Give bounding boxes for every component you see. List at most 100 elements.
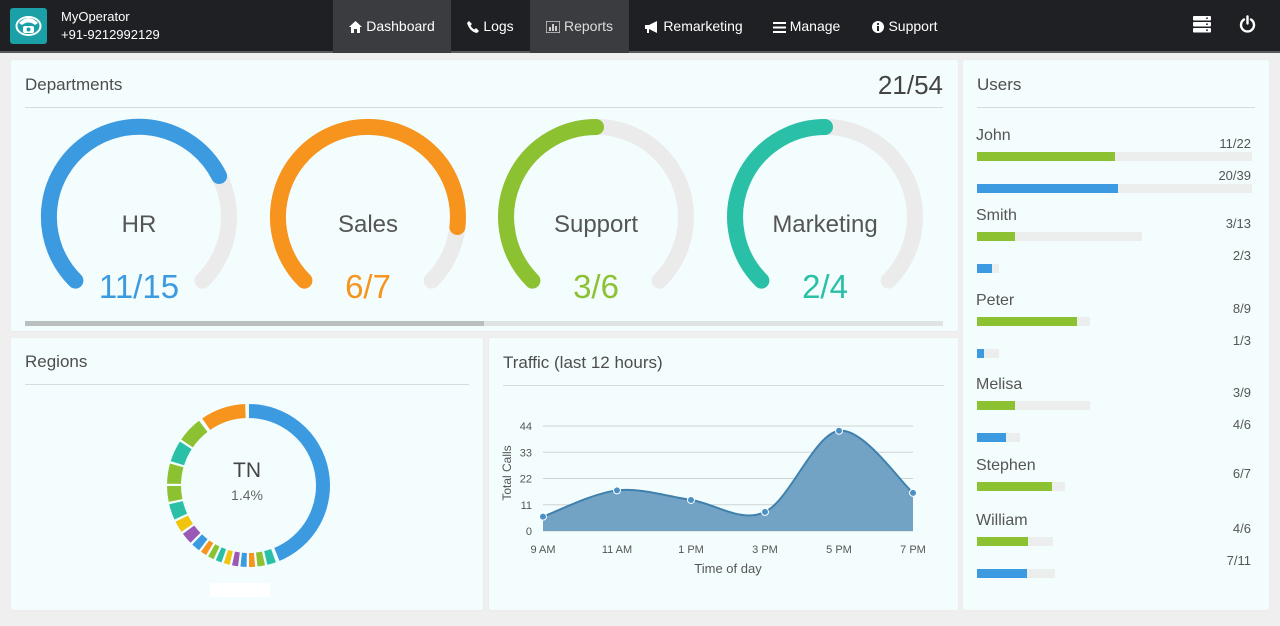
user-john-bar-fill: [977, 152, 1115, 161]
user-john-value: 20/39: [1191, 168, 1251, 183]
user-william-bar-fill: [977, 537, 1028, 546]
user-william-value: 4/6: [1191, 521, 1251, 536]
donut-segment[interactable]: [249, 552, 256, 567]
user-melisa-name[interactable]: Melisa: [976, 376, 1022, 394]
brand-phone: +91-9212992129: [61, 27, 160, 42]
user-john-bar: [977, 184, 1252, 193]
regions-divider: [25, 384, 469, 385]
y-tick-label: 22: [520, 474, 532, 486]
donut-segment[interactable]: [201, 404, 246, 431]
user-melisa-value: 4/6: [1191, 417, 1251, 432]
user-melisa-bar-fill: [977, 433, 1006, 442]
user-peter-name[interactable]: Peter: [976, 292, 1014, 310]
user-melisa-bar: [977, 401, 1090, 410]
traffic-area-chart[interactable]: 0112233449 AM11 AM1 PM3 PM5 PM7 PMTime o…: [489, 338, 958, 610]
user-smith-bar-fill: [977, 232, 1015, 241]
user-smith-value: 3/13: [1191, 216, 1251, 231]
user-smith-name[interactable]: Smith: [976, 207, 1017, 225]
y-tick-label: 33: [520, 447, 532, 459]
traffic-point: [910, 489, 917, 496]
user-stephen-bar-fill: [977, 482, 1052, 491]
x-axis-label: Time of day: [694, 561, 762, 576]
gauge-hr-value: 11/15: [39, 268, 239, 306]
nav-reports[interactable]: Reports: [530, 0, 629, 53]
nav-support-label: Support: [888, 18, 937, 34]
gauge-fill: [735, 127, 825, 281]
gauge-hr-arc: [39, 115, 239, 290]
user-peter-value: 1/3: [1191, 333, 1251, 348]
home-icon: [349, 21, 362, 33]
traffic-panel: Traffic (last 12 hours) 0112233449 AM11 …: [489, 338, 958, 610]
traffic-point: [540, 513, 547, 520]
donut-tooltip-placeholder: [210, 583, 270, 597]
nav-dashboard-label: Dashboard: [366, 18, 435, 34]
gauge-sales-value: 6/7: [268, 268, 468, 306]
info-icon: [872, 21, 884, 33]
departments-title: Departments: [25, 75, 122, 95]
nav-manage[interactable]: Manage: [763, 0, 850, 53]
users-divider: [977, 107, 1255, 108]
user-smith-bar: [977, 264, 999, 273]
gauge-sales-label: Sales: [268, 211, 468, 239]
y-axis-label: Total Calls: [500, 445, 514, 500]
x-tick-label: 11 AM: [602, 544, 632, 556]
regions-title: Regions: [25, 352, 87, 372]
gauge-marketing-value: 2/4: [725, 268, 925, 306]
gauge-sales[interactable]: Sales 6/7: [268, 115, 468, 315]
user-smith-bar: [977, 232, 1142, 241]
departments-total: 21/54: [878, 70, 943, 101]
nav-remarketing[interactable]: Remarketing: [636, 0, 752, 53]
brand-name: MyOperator: [61, 9, 130, 24]
nav-reports-label: Reports: [564, 18, 613, 34]
users-panel: Users John11/2220/39Smith3/132/3Peter8/9…: [963, 60, 1269, 610]
gauge-fill: [506, 127, 596, 281]
phone-logo-icon[interactable]: [10, 8, 47, 44]
x-tick-label: 7 PM: [900, 544, 926, 556]
departments-divider: [25, 107, 943, 108]
y-tick-label: 44: [520, 421, 532, 433]
menu-icon: [773, 22, 786, 33]
user-stephen-name[interactable]: Stephen: [976, 457, 1036, 475]
traffic-point: [688, 496, 695, 503]
x-tick-label: 9 AM: [530, 544, 555, 556]
user-peter-bar-fill: [977, 317, 1077, 326]
x-tick-label: 1 PM: [678, 544, 704, 556]
traffic-point: [614, 487, 621, 494]
user-william-name[interactable]: William: [976, 512, 1028, 530]
gauge-fill: [278, 127, 458, 281]
gauge-hr[interactable]: HR11/15: [39, 115, 239, 315]
departments-scrollbar[interactable]: [25, 321, 943, 326]
donut-segment[interactable]: [240, 552, 247, 567]
regions-panel: Regions TN 1.4%: [11, 338, 483, 610]
nav-manage-label: Manage: [790, 18, 841, 34]
scrollbar-thumb[interactable]: [25, 321, 484, 326]
user-smith-bar-fill: [977, 264, 992, 273]
user-john-name[interactable]: John: [976, 127, 1011, 145]
nav-dashboard[interactable]: Dashboard: [333, 0, 451, 53]
donut-segment[interactable]: [167, 486, 183, 503]
user-melisa-bar-fill: [977, 401, 1015, 410]
gauge-support-label: Support: [496, 211, 696, 239]
gauge-support[interactable]: Support 3/6: [496, 115, 696, 315]
gauge-support-value: 3/6: [496, 268, 696, 306]
y-tick-label: 0: [526, 526, 532, 538]
gauge-fill: [49, 127, 219, 281]
regions-donut-chart[interactable]: [161, 398, 336, 573]
user-john-value: 11/22: [1191, 136, 1251, 151]
gauge-marketing-label: Marketing: [725, 211, 925, 239]
donut-center-value: 1.4%: [197, 487, 297, 503]
gauge-sales-arc: [268, 115, 468, 290]
nav-support[interactable]: Support: [862, 0, 948, 53]
user-melisa-value: 3/9: [1191, 385, 1251, 400]
users-title: Users: [977, 75, 1021, 95]
donut-center-label: TN: [197, 459, 297, 483]
departments-panel: Departments 21/54 HR11/15 Sales 6/7 Support…: [11, 60, 958, 331]
user-william-value: 7/11: [1191, 553, 1251, 568]
server-icon[interactable]: [1193, 16, 1211, 38]
user-william-bar: [977, 569, 1055, 578]
donut-segment[interactable]: [167, 463, 185, 484]
power-icon[interactable]: [1239, 15, 1256, 38]
nav-logs[interactable]: Logs: [451, 0, 530, 53]
user-william-bar-fill: [977, 569, 1027, 578]
gauge-marketing[interactable]: Marketing 2/4: [725, 115, 925, 315]
